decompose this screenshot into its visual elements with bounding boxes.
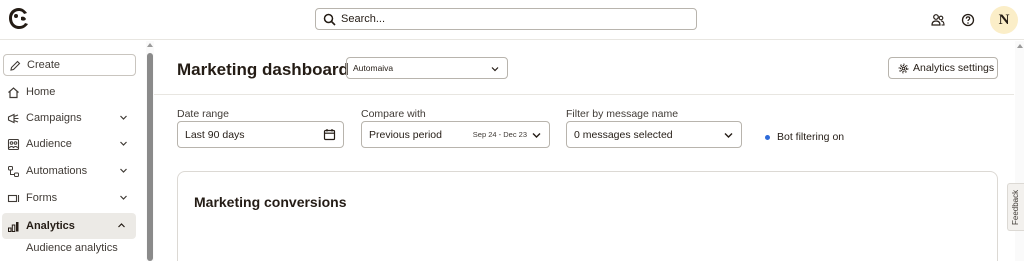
main-content: Marketing dashboard Automaiva Analytics … (154, 41, 1014, 261)
search-icon (323, 13, 336, 26)
sidebar-item-automations[interactable]: Automations (0, 158, 138, 184)
sidebar-item-forms[interactable]: Forms (0, 185, 138, 211)
mailchimp-logo-icon[interactable] (5, 5, 33, 33)
sidebar-item-analytics[interactable]: Analytics (2, 213, 136, 239)
chevron-down-icon (120, 168, 127, 173)
gear-icon (898, 63, 909, 73)
feedback-tab[interactable]: Feedback (1007, 183, 1024, 231)
sidebar-scrollbar[interactable] (146, 41, 154, 261)
sidebar-item-label: Forms (26, 192, 58, 204)
sidebar-item-audience[interactable]: Audience (0, 131, 138, 157)
people-icon[interactable] (930, 12, 946, 28)
sidebar-subitem-audience-analytics[interactable]: Audience analytics (26, 242, 118, 254)
calendar-icon (323, 129, 336, 141)
compare-with-value: Previous period (369, 128, 442, 141)
brand-select[interactable]: Automaiva (346, 57, 508, 79)
date-range-value: Last 90 days (185, 128, 245, 141)
chevron-down-icon (120, 141, 127, 146)
marketing-conversions-card: Marketing conversions (177, 171, 998, 261)
chevron-down-icon (724, 133, 733, 138)
pencil-icon (10, 60, 21, 71)
bot-filtering-status: Bot filtering on (765, 131, 844, 143)
message-filter-value: 0 messages selected (574, 128, 673, 141)
page-title: Marketing dashboard (177, 60, 349, 79)
status-dot (765, 134, 770, 140)
create-label: Create (27, 59, 61, 71)
top-icons: N (930, 0, 1024, 40)
scroll-up-arrow-icon[interactable] (147, 43, 153, 47)
avatar[interactable]: N (990, 6, 1018, 34)
audience-icon (6, 137, 20, 151)
sidebar-item-label: Audience (26, 138, 72, 150)
chevron-down-icon (491, 67, 499, 72)
date-range-label: Date range (177, 108, 229, 120)
message-filter-select[interactable]: 0 messages selected (566, 121, 742, 148)
help-icon[interactable] (960, 12, 976, 28)
compare-with-select[interactable]: Previous period Sep 24 - Dec 23 (361, 121, 550, 148)
scrollbar-thumb[interactable] (147, 53, 153, 261)
feedback-label: Feedback (1011, 189, 1020, 225)
sidebar-item-label: Home (26, 86, 56, 98)
chevron-down-icon (532, 133, 541, 138)
compare-with-label: Compare with (361, 108, 426, 120)
sidebar-item-label: Automations (26, 165, 88, 177)
scroll-up-arrow-icon[interactable] (1017, 44, 1023, 48)
sidebar: Create Home Campaigns Audience Automatio… (0, 41, 146, 261)
search-bar[interactable] (315, 8, 697, 30)
divider (154, 94, 1014, 95)
date-range-picker[interactable]: Last 90 days (177, 121, 344, 148)
compare-range-text: Sep 24 - Dec 23 (472, 130, 527, 139)
message-filter-label: Filter by message name (566, 108, 679, 120)
chevron-up-icon (118, 223, 125, 228)
create-button[interactable]: Create (3, 54, 136, 76)
brand-select-value: Automaiva (353, 63, 394, 73)
card-title: Marketing conversions (194, 194, 347, 210)
home-icon (6, 85, 20, 99)
bot-filtering-label: Bot filtering on (777, 131, 845, 143)
sidebar-item-home[interactable]: Home (0, 79, 138, 105)
sidebar-item-campaigns[interactable]: Campaigns (0, 105, 138, 131)
search-input[interactable] (341, 13, 681, 25)
chevron-down-icon (120, 115, 127, 120)
top-bar: N (0, 0, 1024, 40)
sidebar-item-label: Analytics (26, 220, 75, 232)
sidebar-item-label: Campaigns (26, 112, 82, 124)
analytics-settings-label: Analytics settings (913, 62, 995, 74)
megaphone-icon (6, 111, 20, 125)
automations-icon (6, 164, 20, 178)
analytics-icon (6, 219, 20, 233)
analytics-settings-button[interactable]: Analytics settings (888, 57, 998, 79)
forms-icon (6, 191, 20, 205)
chevron-down-icon (120, 195, 127, 200)
